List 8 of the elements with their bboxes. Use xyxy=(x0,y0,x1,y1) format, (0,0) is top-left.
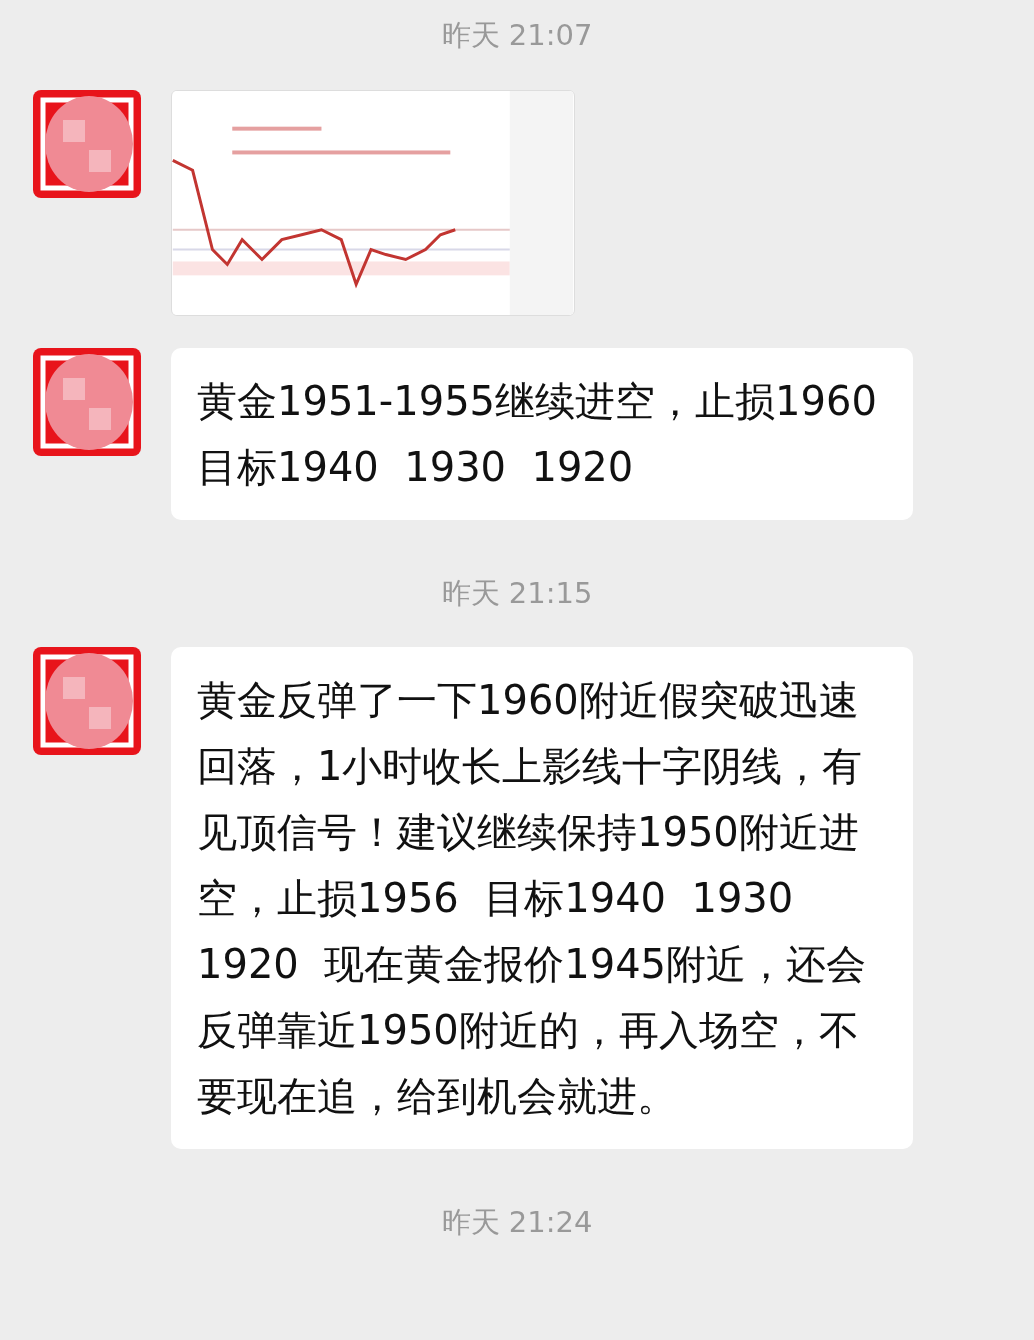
avatar-icon[interactable] xyxy=(33,89,141,198)
timestamp: 昨天 21:07 xyxy=(441,17,593,54)
avatar-icon[interactable] xyxy=(33,347,141,456)
timestamp: 昨天 21:24 xyxy=(441,1204,593,1241)
avatar-icon[interactable] xyxy=(33,647,141,755)
timestamp: 昨天 21:15 xyxy=(441,574,593,612)
message-bubble: 黄金反弹了一下1960附近假突破迅速回落，1小时收长上影线十字阴线，有见顶信号！建议继续保持1950附近进空，止损1956 目标1940 1930 1920 现在黄金报价1945附近，还会反弹靠近1950附近的，再入场空，不要现在追，给到机会就进。 xyxy=(171,647,913,1149)
message-bubble: 黄金1951-1955继续进空，止损1960 目标1940 1930 1920 xyxy=(171,347,913,520)
